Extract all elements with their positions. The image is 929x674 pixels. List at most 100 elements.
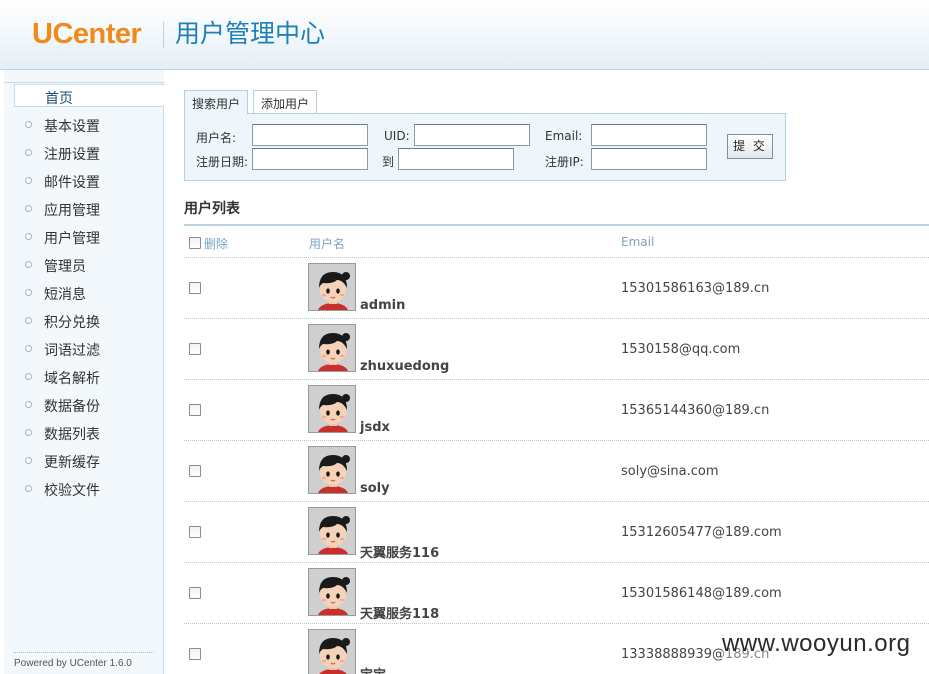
username-link[interactable]: 天翼服务118 [360, 603, 439, 622]
sidebar-item[interactable]: 短消息 [4, 279, 164, 307]
row-separator [184, 440, 929, 441]
email-label: Email: [545, 129, 583, 143]
bullet-icon [25, 457, 32, 464]
row-separator [184, 501, 929, 502]
col-header-delete[interactable]: 删除 [204, 235, 228, 252]
email-text: 15312605477@189.com [621, 525, 782, 540]
uid-input[interactable] [414, 124, 530, 146]
sidebar-item-label: 首页 [45, 91, 73, 107]
bullet-icon [25, 317, 32, 324]
email-text: 15301586163@189.cn [621, 281, 770, 296]
sidebar-item-label: 数据备份 [44, 399, 100, 415]
email-text: 15365144360@189.cn [621, 403, 770, 418]
sidebar-item-label: 词语过滤 [44, 343, 100, 359]
app-header: UCenter 用户管理中心 [0, 0, 929, 70]
sidebar-item-label: 校验文件 [44, 483, 100, 499]
sidebar-item[interactable]: 数据列表 [4, 419, 164, 447]
username-link[interactable]: admin [360, 298, 405, 313]
row-separator [184, 562, 929, 563]
row-checkbox[interactable] [189, 343, 201, 355]
email-input[interactable] [591, 124, 707, 146]
avatar[interactable] [308, 446, 356, 494]
avatar[interactable] [308, 507, 356, 555]
row-checkbox[interactable] [189, 648, 201, 660]
sidebar-item[interactable]: 用户管理 [4, 223, 164, 251]
sidebar-item-label: 短消息 [44, 287, 86, 303]
avatar[interactable] [308, 568, 356, 616]
tab-search-users[interactable]: 搜索用户 [184, 90, 249, 114]
sidebar-item[interactable]: 词语过滤 [4, 335, 164, 363]
avatar-icon [309, 569, 355, 615]
bullet-icon [25, 485, 32, 492]
avatar-icon [309, 325, 355, 371]
bullet-icon [25, 345, 32, 352]
col-header-username: 用户名 [309, 237, 346, 251]
avatar-icon [309, 508, 355, 554]
username-link[interactable]: 宝宝 [360, 664, 386, 674]
regdate-to-label: 到 [382, 155, 395, 169]
bullet-icon [25, 401, 32, 408]
username-link[interactable]: 天翼服务116 [360, 542, 439, 561]
sidebar-item-label: 管理员 [44, 259, 86, 275]
username-link[interactable]: zhuxuedong [360, 359, 449, 374]
sidebar-item-label: 用户管理 [44, 231, 100, 247]
sidebar-item[interactable]: 应用管理 [4, 195, 164, 223]
regdate-from-input[interactable] [252, 148, 368, 170]
logo-u: U [32, 18, 53, 50]
sidebar-item-label: 更新缓存 [44, 455, 100, 471]
sidebar-item-home[interactable]: 首页 [14, 84, 164, 107]
avatar-icon [309, 630, 355, 674]
tab-add-user[interactable]: 添加用户 [253, 90, 318, 113]
avatar[interactable] [308, 385, 356, 433]
sidebar-item[interactable]: 基本设置 [4, 111, 164, 139]
sidebar-item-label: 注册设置 [44, 147, 100, 163]
email-text: soly@sina.com [621, 464, 719, 479]
sidebar-item[interactable]: 数据备份 [4, 391, 164, 419]
sidebar-item-label: 应用管理 [44, 203, 100, 219]
bullet-icon [25, 121, 32, 128]
bullet-icon [25, 149, 32, 156]
sidebar-item[interactable]: 更新缓存 [4, 447, 164, 475]
select-all-checkbox[interactable] [189, 237, 201, 249]
username-link[interactable]: jsdx [360, 420, 390, 435]
bullet-icon [25, 373, 32, 380]
sidebar-item[interactable]: 积分兑换 [4, 307, 164, 335]
row-checkbox[interactable] [189, 465, 201, 477]
regip-input[interactable] [591, 148, 707, 170]
row-checkbox[interactable] [189, 282, 201, 294]
row-checkbox[interactable] [189, 526, 201, 538]
logo-center: Center [52, 18, 142, 50]
username-input[interactable] [252, 124, 368, 146]
row-checkbox[interactable] [189, 404, 201, 416]
bullet-icon [25, 205, 32, 212]
ucenter-logo[interactable]: UCenter [32, 16, 142, 52]
avatar-icon [309, 264, 355, 310]
sidebar-item-label: 基本设置 [44, 119, 100, 135]
sidebar-item-label: 数据列表 [44, 427, 100, 443]
regdate-to-input[interactable] [398, 148, 514, 170]
sidebar-item-label: 积分兑换 [44, 315, 100, 331]
row-separator [184, 318, 929, 319]
avatar[interactable] [308, 629, 356, 674]
sidebar-item[interactable]: 邮件设置 [4, 167, 164, 195]
avatar[interactable] [308, 324, 356, 372]
sidebar-item[interactable]: 注册设置 [4, 139, 164, 167]
app-title: 用户管理中心 [175, 19, 326, 48]
row-checkbox[interactable] [189, 587, 201, 599]
bullet-icon [25, 177, 32, 184]
avatar[interactable] [308, 263, 356, 311]
submit-button[interactable]: 提 交 [727, 134, 773, 159]
username-link[interactable]: soly [360, 481, 390, 496]
sidebar-item[interactable]: 校验文件 [4, 475, 164, 503]
list-title-underline [184, 224, 929, 226]
email-text: 15301586148@189.com [621, 586, 782, 601]
sidebar-item-label: 邮件设置 [44, 175, 100, 191]
powered-by: Powered by UCenter 1.6.0 [14, 652, 154, 669]
sidebar-item[interactable]: 域名解析 [4, 363, 164, 391]
header-divider [163, 22, 164, 48]
sidebar: 首页 Powered by UCenter 1.6.0 基本设置注册设置邮件设置… [4, 70, 164, 674]
watermark: www.wooyun.org [722, 630, 911, 658]
sidebar-item[interactable]: 管理员 [4, 251, 164, 279]
avatar-icon [309, 386, 355, 432]
avatar-icon [309, 447, 355, 493]
